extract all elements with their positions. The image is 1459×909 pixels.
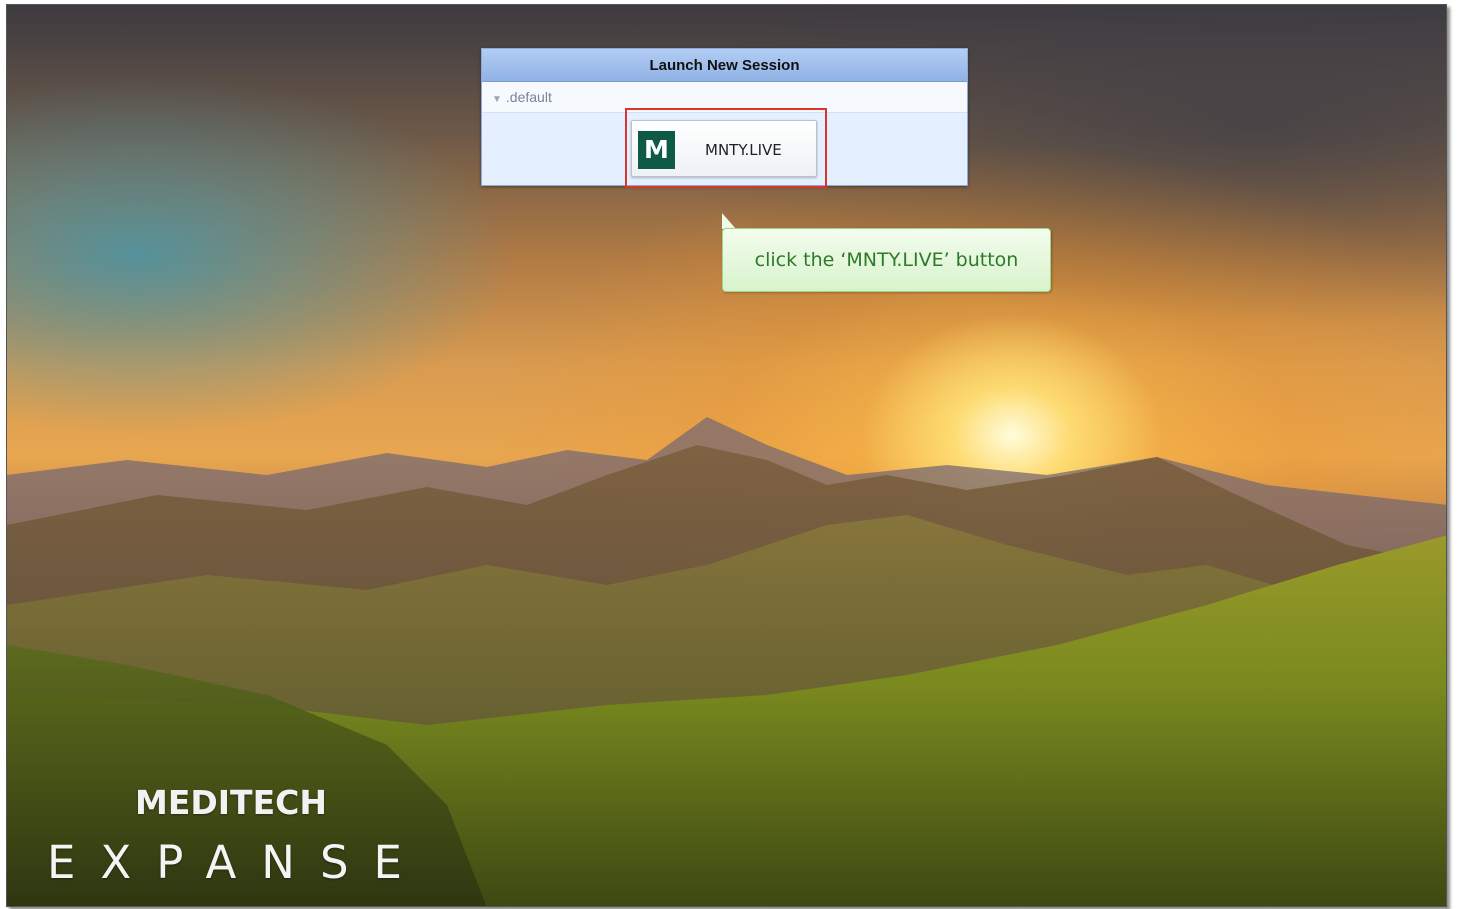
brand-meditech: MEDITECH [135, 783, 327, 822]
callout-pointer [722, 213, 736, 229]
group-label: .default [505, 89, 552, 105]
session-button-label: MNTY.LIVE [705, 141, 782, 159]
instruction-callout: click the ‘MNTY.LIVE’ button [722, 228, 1051, 292]
dialog-title: Launch New Session [482, 49, 967, 82]
meditech-m-icon: M [638, 131, 675, 169]
mnty-live-button[interactable]: M MNTY.LIVE [631, 120, 817, 177]
triangle-down-icon[interactable]: ▼ [492, 94, 502, 105]
brand-expanse: EXPANSE [47, 836, 427, 889]
